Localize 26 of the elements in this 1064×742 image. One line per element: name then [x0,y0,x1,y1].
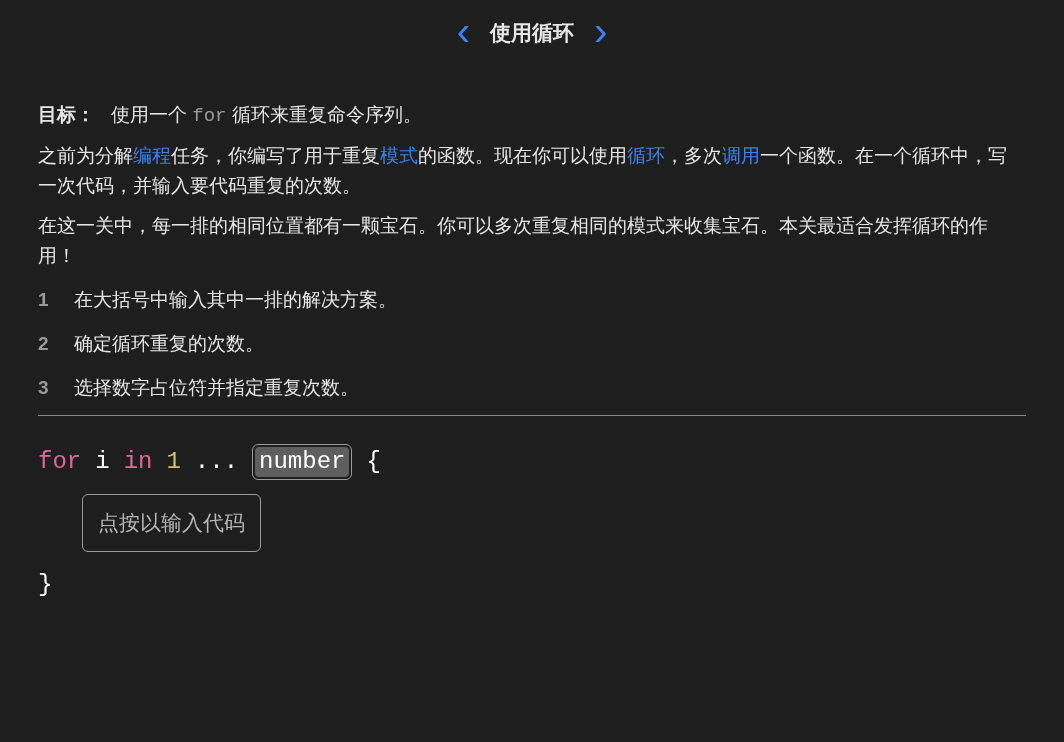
next-button[interactable]: › [594,11,608,55]
link[interactable]: 模式 [380,145,418,166]
code-input-field[interactable]: 点按以输入代码 [82,494,261,552]
code-text: i [95,447,110,477]
previous-button[interactable]: ‹ [456,11,470,55]
step-number: 2 [38,332,50,356]
paragraph: 在这一关中，每一排的相同位置都有一颗宝石。你可以多次重复相同的模式来收集宝石。本关最适合发挥循环的作用！ [38,214,989,268]
goal-text: 使用一个 for 循环来重复命令序列。 [111,103,422,129]
code-text: { [366,447,381,477]
code-text: } [38,570,54,600]
page-title: 使用循环 [490,20,574,47]
code-keyword: for [38,447,82,477]
step-number: 3 [38,376,50,400]
code-keyword: in [123,447,153,477]
link[interactable]: 编程 [133,145,171,166]
code-text: ... [194,447,239,477]
link[interactable]: 调用 [722,145,760,166]
step-number: 1 [38,288,50,312]
step-text: 确定循环重复的次数。 [74,332,264,356]
goal-label: 目标： [38,103,95,127]
paragraph: 之前为分解编程任务，你编写了用于重复模式的函数。现在你可以使用循环，多次调用一个函数。在一个循环中，写一次代码，并输入要代码重复的次数。 [38,144,1008,198]
number-placeholder[interactable]: number [252,444,353,480]
step-text: 在大括号中输入其中一排的解决方案。 [74,288,397,312]
code-number: 1 [166,447,181,477]
link[interactable]: 循环 [627,145,665,166]
step-text: 选择数字占位符并指定重复次数。 [74,376,359,400]
